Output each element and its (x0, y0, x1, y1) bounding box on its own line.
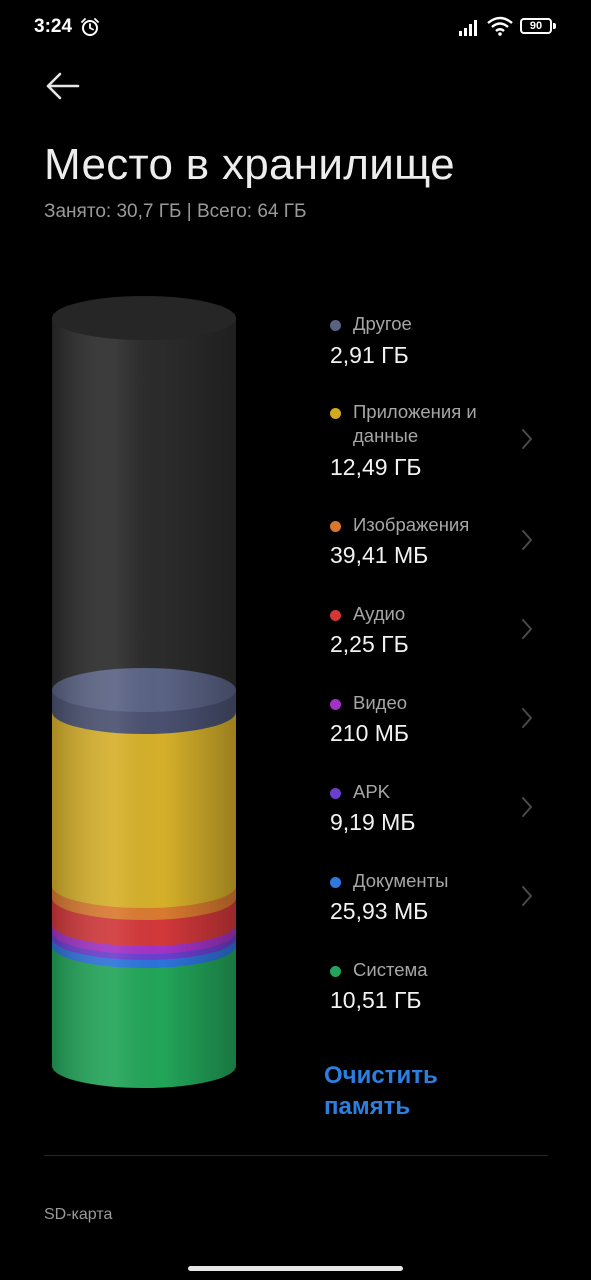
legend-label: Аудио (353, 603, 406, 624)
legend-value: 12,49 ГБ (330, 454, 422, 480)
legend-value: 25,93 МБ (330, 898, 429, 924)
legend-item-system: Система 10,51 ГБ (330, 958, 560, 1018)
legend-label: APK (353, 781, 391, 802)
legend-dot-video (330, 699, 341, 710)
page-title: Место в хранилище (44, 140, 455, 189)
chevron-right-icon (522, 886, 532, 906)
status-time: 3:24 (34, 16, 73, 37)
battery-level: 90 (529, 20, 543, 32)
legend-label: Видео (353, 692, 408, 713)
chevron-right-icon (522, 530, 532, 550)
alarm-icon (81, 18, 99, 36)
clean-memory-button[interactable]: Очистить память (324, 1060, 524, 1122)
legend-label: Другое (353, 313, 412, 334)
legend-value: 2,25 ГБ (330, 631, 409, 657)
wifi-icon (487, 16, 513, 36)
legend-value: 39,41 МБ (330, 542, 429, 568)
legend-value: 10,51 ГБ (330, 987, 422, 1013)
legend-value: 2,91 ГБ (330, 342, 409, 368)
sd-card-link[interactable]: SD-карта (44, 1206, 112, 1224)
home-indicator[interactable] (188, 1266, 403, 1271)
chevron-right-icon (522, 797, 532, 817)
divider (44, 1155, 548, 1156)
cylinder-top (52, 296, 236, 340)
legend-dot-images (330, 521, 341, 532)
legend-item-apk[interactable]: APK 9,19 МБ (330, 780, 560, 840)
legend-label: Документы (353, 870, 449, 891)
legend-item-apps[interactable]: Приложения и данные 12,49 ГБ (330, 400, 560, 484)
chevron-right-icon (522, 619, 532, 639)
legend-dot-apk (330, 788, 341, 799)
legend-item-audio[interactable]: Аудио 2,25 ГБ (330, 602, 560, 662)
back-arrow-icon (46, 72, 80, 100)
storage-summary: Занято: 30,7 ГБ | Всего: 64 ГБ (44, 201, 307, 222)
legend-item-images[interactable]: Изображения 39,41 МБ (330, 513, 560, 573)
signal-icon (459, 20, 477, 36)
back-button[interactable] (40, 68, 88, 108)
chevron-right-icon (522, 708, 532, 728)
legend-item-video[interactable]: Видео 210 МБ (330, 691, 560, 751)
legend-value: 210 МБ (330, 720, 410, 746)
legend-dot-audio (330, 610, 341, 621)
legend-item-documents[interactable]: Документы 25,93 МБ (330, 869, 560, 929)
status-bar: 3:24 90 (0, 0, 591, 56)
legend-value: 9,19 МБ (330, 809, 416, 835)
battery-icon: 90 (520, 18, 552, 34)
battery-tip (553, 23, 556, 29)
legend-label: Приложения и данные (353, 401, 477, 446)
legend-dot-apps (330, 408, 341, 419)
chevron-right-icon (522, 429, 532, 449)
legend-dot-other (330, 320, 341, 331)
storage-cylinder-chart (52, 296, 236, 1088)
legend-item-other: Другое 2,91 ГБ (330, 312, 560, 372)
legend-dot-documents (330, 877, 341, 888)
legend-label: Система (353, 959, 428, 980)
legend-label: Изображения (353, 514, 470, 535)
legend-dot-system (330, 966, 341, 977)
